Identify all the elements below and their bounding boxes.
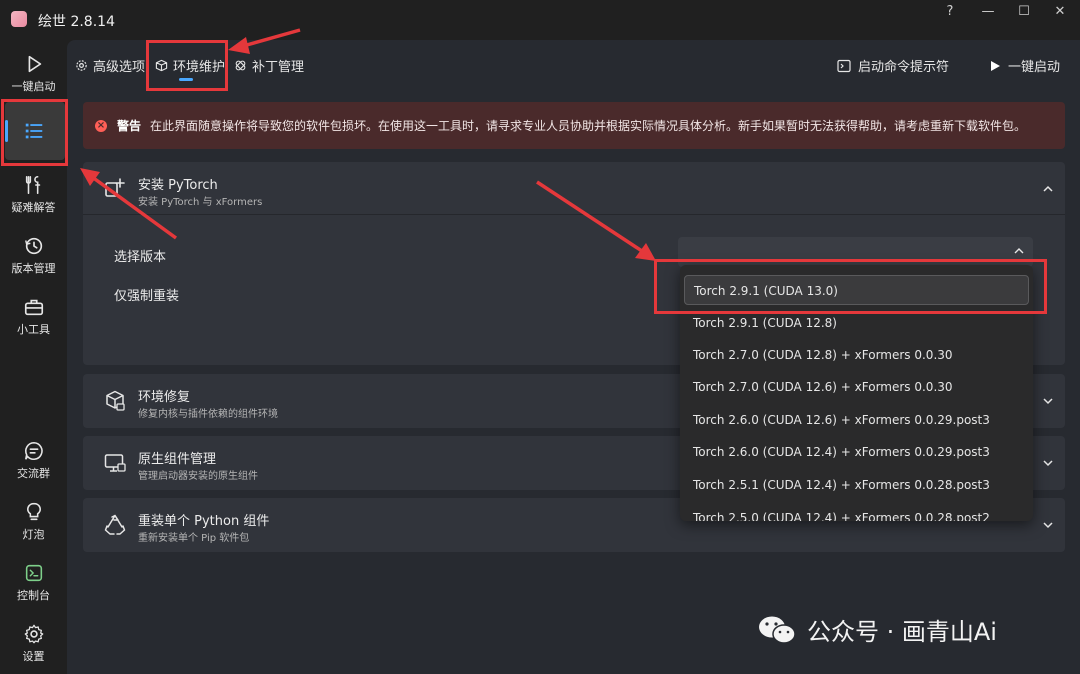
version-option[interactable]: Torch 2.5.1 (CUDA 12.4) + xFormers 0.0.2… xyxy=(684,470,1029,500)
warning-text: 在此界面随意操作将导致您的软件包损坏。在使用这一工具时，请寻求专业人员协助并根据… xyxy=(150,119,1027,133)
bandage-icon xyxy=(235,60,246,71)
gear-icon xyxy=(24,624,43,644)
wechat-logo-icon xyxy=(759,616,796,644)
select-version-label: 选择版本 xyxy=(114,250,167,265)
recycle-icon xyxy=(104,514,126,535)
add-package-icon xyxy=(105,178,125,197)
sidebar-item-community[interactable]: 交流群 xyxy=(0,440,67,481)
version-option[interactable]: Torch 2.5.0 (CUDA 12.4) + xFormers 0.0.2… xyxy=(684,503,1029,521)
bulb-icon xyxy=(26,502,41,521)
version-option[interactable]: Torch 2.7.0 (CUDA 12.6) + xFormers 0.0.3… xyxy=(684,372,1029,402)
one-click-launch-button[interactable]: 一键启动 xyxy=(989,56,1060,75)
reinstall-python-component-title: 重装单个 Python 组件 xyxy=(138,514,270,529)
version-option[interactable]: Torch 2.7.0 (CUDA 12.8) + xFormers 0.0.3… xyxy=(684,340,1029,370)
native-components-subtitle: 管理启动器安装的原生组件 xyxy=(138,471,258,482)
help-button[interactable]: ? xyxy=(935,3,965,23)
tab-patch-management[interactable]: 补丁管理 xyxy=(234,56,304,75)
annotation-box-tab xyxy=(146,40,228,91)
sidebar-item-label: 控制台 xyxy=(17,589,50,602)
chevron-down-icon xyxy=(1043,522,1053,529)
sidebar-item-label: 版本管理 xyxy=(11,262,56,275)
install-pytorch-header[interactable]: 安装 PyTorch 安装 PyTorch 与 xFormers xyxy=(83,162,1065,215)
sidebar-item-console[interactable]: 控制台 xyxy=(0,562,67,603)
maximize-button[interactable]: ☐ xyxy=(1009,3,1039,23)
package-repair-icon xyxy=(106,390,125,411)
console-icon xyxy=(25,564,42,582)
window-title: 绘世 2.8.14 xyxy=(38,14,115,30)
gear-icon xyxy=(76,60,87,71)
tab-label: 高级选项 xyxy=(93,60,146,75)
annotation-box-sidebar xyxy=(1,99,68,166)
close-button[interactable]: ✕ xyxy=(1045,3,1075,23)
watermark-text: 公众号 · 画青山Ai xyxy=(807,618,997,646)
tab-advanced-options[interactable]: 高级选项 xyxy=(75,56,145,75)
sidebar-item-bulb[interactable]: 灯泡 xyxy=(0,501,67,542)
chevron-down-icon xyxy=(1043,398,1053,405)
chevron-up-icon[interactable] xyxy=(1041,182,1055,196)
chevron-up-icon xyxy=(1014,248,1024,254)
terminal-icon xyxy=(837,59,851,72)
install-pytorch-title: 安装 PyTorch xyxy=(138,178,218,193)
version-option[interactable]: Torch 2.6.0 (CUDA 12.4) + xFormers 0.0.2… xyxy=(684,437,1029,467)
sidebar-item-label: 疑难解答 xyxy=(11,201,56,214)
play-icon xyxy=(991,60,1000,71)
force-reinstall-label: 仅强制重装 xyxy=(114,289,180,304)
play-icon xyxy=(28,55,41,73)
install-pytorch-subtitle: 安装 PyTorch 与 xFormers xyxy=(138,197,263,208)
sidebar-item-label: 灯泡 xyxy=(22,528,45,541)
one-click-launch-label: 一键启动 xyxy=(1008,60,1061,75)
tab-label: 补丁管理 xyxy=(252,60,305,75)
native-components-title: 原生组件管理 xyxy=(138,452,217,467)
environment-repair-subtitle: 修复内核与插件依赖的组件环境 xyxy=(138,409,278,420)
launch-command-prompt-label: 启动命令提示符 xyxy=(858,60,950,75)
annotation-box-option xyxy=(654,259,1047,314)
tools-icon xyxy=(25,175,40,195)
sidebar-item-settings[interactable]: 设置 xyxy=(0,623,67,664)
warning-title: 警告 xyxy=(117,119,142,133)
watermark: 公众号 · 画青山Ai xyxy=(757,612,997,647)
toolbox-icon xyxy=(24,299,43,316)
launch-command-prompt-button[interactable]: 启动命令提示符 xyxy=(837,56,949,75)
title-bar: 绘世 2.8.14 ? — ☐ ✕ xyxy=(0,0,1080,40)
warning-banner: × 警告 在此界面随意操作将导致您的软件包损坏。在使用这一工具时，请寻求专业人员… xyxy=(83,102,1065,149)
reinstall-python-component-subtitle: 重新安装单个 Pip 软件包 xyxy=(138,533,250,544)
minimize-button[interactable]: — xyxy=(973,3,1003,23)
sidebar-item-versions[interactable]: 版本管理 xyxy=(0,235,67,276)
chevron-down-icon xyxy=(1043,460,1053,467)
environment-repair-title: 环境修复 xyxy=(138,390,191,405)
monitor-icon xyxy=(104,454,126,472)
error-icon: × xyxy=(95,119,107,132)
sidebar-item-label: 小工具 xyxy=(17,323,50,336)
sidebar-item-label: 设置 xyxy=(22,650,45,663)
sidebar-item-troubleshoot[interactable]: 疑难解答 xyxy=(0,174,67,215)
app-logo-icon xyxy=(11,11,27,27)
sidebar-item-label: 交流群 xyxy=(17,467,50,480)
sidebar-item-label: 一键启动 xyxy=(11,80,56,93)
sidebar-item-launch[interactable]: 一键启动 xyxy=(0,53,67,94)
chat-icon xyxy=(24,441,43,461)
history-icon xyxy=(24,237,42,255)
version-option[interactable]: Torch 2.6.0 (CUDA 12.6) + xFormers 0.0.2… xyxy=(684,405,1029,435)
sidebar-item-tools[interactable]: 小工具 xyxy=(0,296,67,337)
